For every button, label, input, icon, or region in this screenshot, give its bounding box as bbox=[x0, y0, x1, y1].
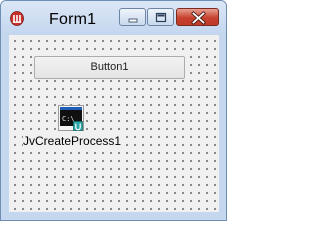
window-title: Form1 bbox=[49, 11, 97, 28]
form-window: Form1 Button1 C:\ JvCreateProcess1 bbox=[0, 0, 227, 221]
form-designer-surface[interactable]: Button1 C:\ JvCreateProcess1 bbox=[9, 35, 219, 212]
svg-text:C:\: C:\ bbox=[62, 115, 75, 123]
close-button[interactable] bbox=[176, 8, 219, 26]
maximize-button[interactable] bbox=[147, 8, 174, 26]
title-bar[interactable]: Form1 bbox=[1, 1, 226, 35]
console-command-prompt-icon[interactable]: C:\ bbox=[58, 105, 84, 131]
button1[interactable]: Button1 bbox=[34, 56, 185, 79]
component-label: JvCreateProcess1 bbox=[23, 134, 122, 148]
app-icon[interactable] bbox=[10, 11, 24, 26]
minimize-button[interactable] bbox=[119, 8, 146, 26]
